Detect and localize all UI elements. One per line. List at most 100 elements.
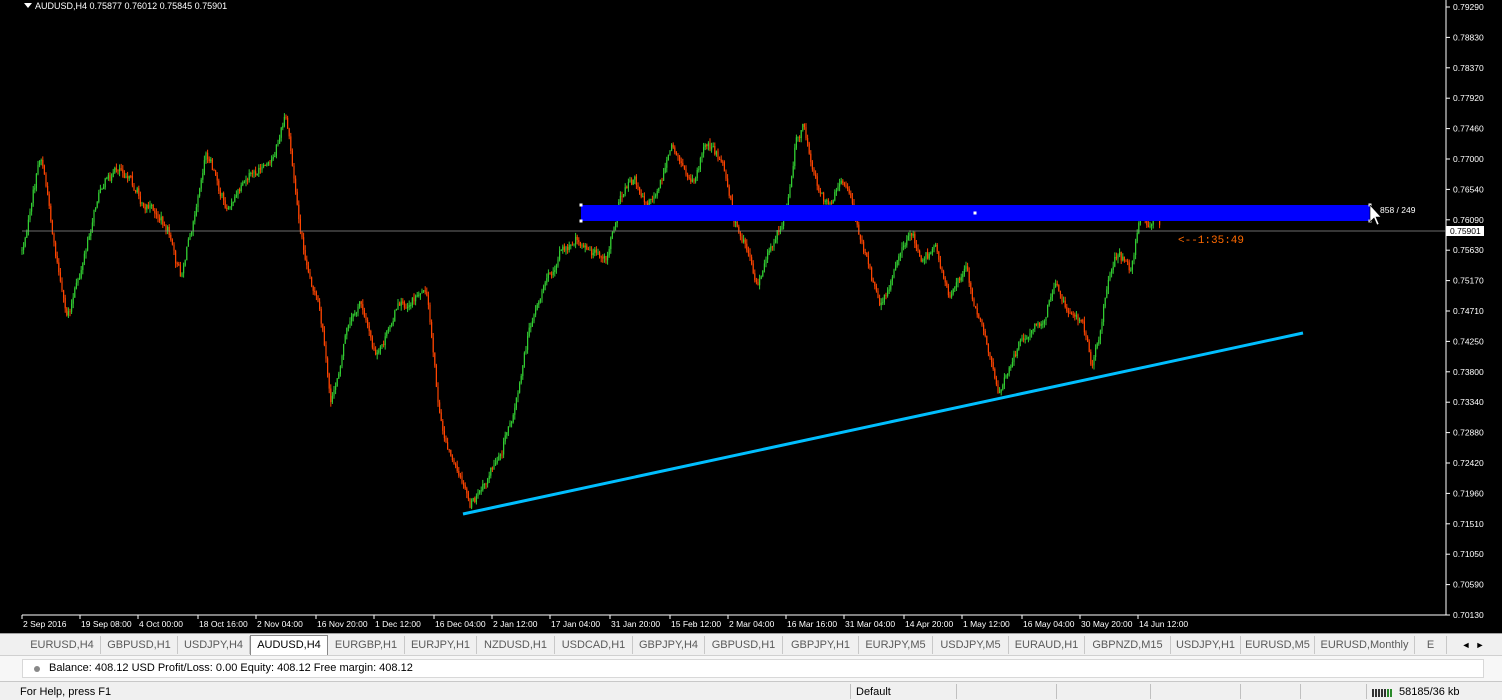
candle-body [159, 218, 161, 221]
tab-nzdusd-h1[interactable]: NZDUSD,H1 [477, 636, 555, 654]
candle-body [23, 246, 25, 250]
candle-body [711, 147, 713, 150]
candle-body [477, 492, 479, 496]
tab-gbpnzd-m15[interactable]: GBPNZD,M15 [1085, 636, 1171, 654]
tab-gbpjpy-h1[interactable]: GBPJPY,H1 [783, 636, 859, 654]
candle-body [239, 189, 241, 191]
candle-body [432, 337, 434, 353]
candle-body [1000, 389, 1002, 392]
current-price-label: 0.75901 [1450, 226, 1481, 236]
candle-body [344, 335, 346, 344]
symbol-ohlc: AUDUSD,H4 0.75877 0.76012 0.75845 0.7590… [35, 1, 228, 11]
candle-body [67, 311, 69, 316]
tab-eurusd-m5[interactable]: EURUSD,M5 [1241, 636, 1315, 654]
candle-body [765, 259, 767, 264]
candle-body [387, 329, 389, 331]
tab-scroll-left-icon[interactable]: ◄ [1460, 637, 1472, 653]
candle-body [482, 484, 484, 491]
candle-body [187, 239, 189, 247]
candle-body [35, 173, 37, 189]
candle-body [250, 172, 252, 174]
chart-window[interactable]: 858 / 249 <--1:35:49 0.79290 0.78830 0.7837… [0, 0, 1502, 633]
candle-body [834, 192, 836, 201]
candle-body [680, 161, 682, 163]
candle-body [570, 244, 572, 246]
candle-body [909, 233, 911, 236]
candle-body [336, 378, 338, 386]
candle-body [453, 460, 455, 464]
candle-body [176, 263, 178, 265]
candle-body [120, 168, 122, 170]
candle-body [1040, 323, 1042, 326]
candle-body [499, 454, 501, 456]
tab-eurgbp-h1[interactable]: EURGBP,H1 [328, 636, 405, 654]
balance-text: Balance: 408.12 USD Profit/Loss: 0.00 Eq… [49, 662, 413, 674]
price-chart[interactable]: 858 / 249 <--1:35:49 0.79290 0.78830 0.7837… [0, 0, 1502, 633]
candle-body [640, 193, 642, 197]
tab-gbpusd-h1[interactable]: GBPUSD,H1 [101, 636, 178, 654]
tab-usdcad-h1[interactable]: USDCAD,H1 [555, 636, 633, 654]
candle-body [77, 278, 79, 283]
candle-body [623, 194, 625, 198]
candle-body [658, 187, 660, 191]
candle-body [1136, 233, 1138, 242]
tab-eurjpy-h1[interactable]: EURJPY,H1 [405, 636, 477, 654]
candle-body [1085, 332, 1087, 337]
tab-eurusd-monthly[interactable]: EURUSD,Monthly [1315, 636, 1415, 654]
candle-body [941, 268, 943, 272]
candle-body [781, 226, 783, 230]
candle-body [349, 321, 351, 326]
candle-body [359, 301, 361, 307]
candle-body [456, 465, 458, 472]
tab-eurjpy-m5[interactable]: EURJPY,M5 [859, 636, 933, 654]
tab-audusd-h4[interactable]: AUDUSD,H4 [250, 635, 328, 655]
tab-usdjpy-m5[interactable]: USDJPY,M5 [933, 636, 1009, 654]
candle-body [1059, 290, 1061, 295]
time-tick-label: 16 Mar 16:00 [787, 619, 837, 629]
candle-body [1015, 354, 1017, 357]
candle-body [66, 308, 68, 316]
tab-usdjpy-h1[interactable]: USDJPY,H1 [1171, 636, 1241, 654]
candle-body [1087, 336, 1089, 342]
candle-body [867, 256, 869, 265]
candle-body [607, 255, 609, 261]
candle-body [1099, 330, 1101, 340]
candle-body [1098, 340, 1100, 344]
candle-body [95, 207, 97, 210]
tab-euraud-h1[interactable]: EURAUD,H1 [1009, 636, 1085, 654]
candle-body [56, 255, 58, 263]
candle-body [421, 290, 423, 294]
collapse-triangle-icon[interactable] [24, 3, 32, 8]
candle-body [989, 352, 991, 357]
candle-body [429, 304, 431, 323]
tab-gbpjpy-h4[interactable]: GBPJPY,H4 [633, 636, 705, 654]
candle-body [199, 188, 201, 197]
candle-body [491, 467, 493, 470]
candle-body [63, 290, 65, 298]
tab-usdjpy-h4[interactable]: USDJPY,H4 [178, 636, 250, 654]
tab-e[interactable]: E [1415, 636, 1447, 654]
candle-body [251, 172, 253, 174]
tab-scroll-right-icon[interactable]: ► [1474, 637, 1486, 653]
tab-eurusd-h4[interactable]: EURUSD,H4 [24, 636, 101, 654]
candle-body [538, 301, 540, 305]
candle-body [1011, 362, 1013, 367]
candle-body [543, 286, 545, 291]
candle-body [840, 180, 842, 184]
candle-body [216, 175, 218, 181]
candle-body [341, 356, 343, 367]
candle-body [152, 205, 154, 211]
tab-gbpusd-h1[interactable]: GBPUSD,H1 [705, 636, 783, 654]
candle-body [183, 265, 185, 274]
candle-body [602, 257, 604, 259]
candle-body [226, 207, 228, 209]
candle-body [501, 454, 503, 456]
time-tick-label: 31 Jan 20:00 [611, 619, 660, 629]
candle-body [101, 189, 103, 190]
candle-body [887, 290, 889, 296]
candle-body [493, 464, 495, 470]
candle-body [690, 178, 692, 182]
candle-body [719, 159, 721, 160]
candle-body [973, 299, 975, 307]
candle-body [693, 179, 695, 182]
